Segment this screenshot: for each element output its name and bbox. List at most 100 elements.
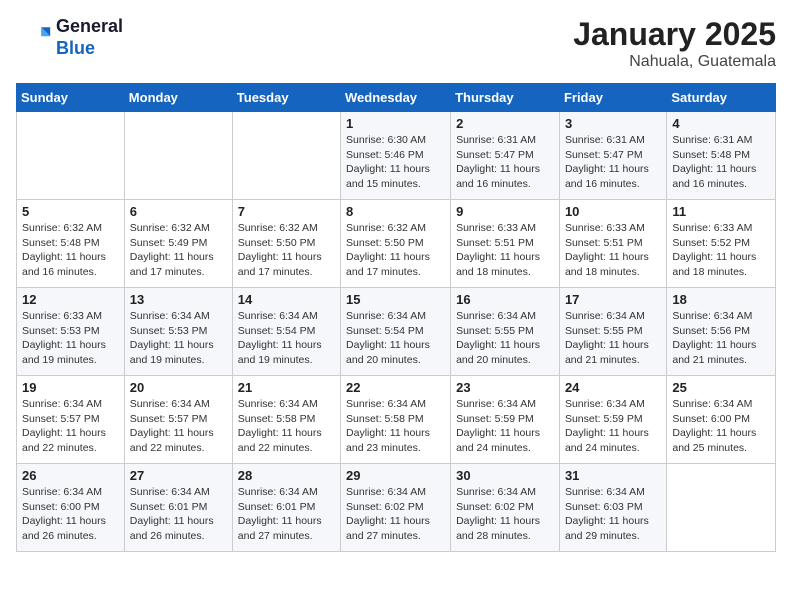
day-info: Sunrise: 6:31 AM Sunset: 5:47 PM Dayligh… [456, 133, 554, 192]
day-info: Sunrise: 6:30 AM Sunset: 5:46 PM Dayligh… [346, 133, 445, 192]
day-number: 17 [565, 292, 661, 307]
day-info: Sunrise: 6:34 AM Sunset: 6:01 PM Dayligh… [238, 485, 335, 544]
day-number: 28 [238, 468, 335, 483]
day-cell: 1 Sunrise: 6:30 AM Sunset: 5:46 PM Daylig… [341, 112, 451, 200]
day-info: Sunrise: 6:34 AM Sunset: 5:57 PM Dayligh… [130, 397, 227, 456]
day-cell: 2 Sunrise: 6:31 AM Sunset: 5:47 PM Daylig… [451, 112, 560, 200]
day-info: Sunrise: 6:33 AM Sunset: 5:53 PM Dayligh… [22, 309, 119, 368]
day-number: 15 [346, 292, 445, 307]
logo-line2: Blue [56, 38, 123, 60]
day-cell: 10 Sunrise: 6:33 AM Sunset: 5:51 PM Dayli… [559, 200, 666, 288]
week-row-1: 1 Sunrise: 6:30 AM Sunset: 5:46 PM Daylig… [17, 112, 776, 200]
day-number: 1 [346, 116, 445, 131]
day-cell: 20Sunrise: 6:34 AM Sunset: 5:57 PM Dayli… [124, 376, 232, 464]
day-number: 12 [22, 292, 119, 307]
day-number: 21 [238, 380, 335, 395]
day-number: 25 [672, 380, 770, 395]
day-cell: 5Sunrise: 6:32 AM Sunset: 5:48 PM Daylig… [17, 200, 125, 288]
day-number: 31 [565, 468, 661, 483]
header-cell-saturday: Saturday [667, 84, 776, 112]
day-cell: 25Sunrise: 6:34 AM Sunset: 6:00 PM Dayli… [667, 376, 776, 464]
header-cell-monday: Monday [124, 84, 232, 112]
day-info: Sunrise: 6:31 AM Sunset: 5:48 PM Dayligh… [672, 133, 770, 192]
day-info: Sunrise: 6:34 AM Sunset: 6:01 PM Dayligh… [130, 485, 227, 544]
day-info: Sunrise: 6:32 AM Sunset: 5:50 PM Dayligh… [346, 221, 445, 280]
day-cell: 3 Sunrise: 6:31 AM Sunset: 5:47 PM Daylig… [559, 112, 666, 200]
day-cell [17, 112, 125, 200]
day-number: 4 [672, 116, 770, 131]
day-cell: 9Sunrise: 6:33 AM Sunset: 5:51 PM Daylig… [451, 200, 560, 288]
day-cell: 8 Sunrise: 6:32 AM Sunset: 5:50 PM Daylig… [341, 200, 451, 288]
day-cell [232, 112, 340, 200]
day-number: 7 [238, 204, 335, 219]
day-info: Sunrise: 6:34 AM Sunset: 6:03 PM Dayligh… [565, 485, 661, 544]
day-number: 6 [130, 204, 227, 219]
day-number: 13 [130, 292, 227, 307]
day-cell: 13 Sunrise: 6:34 AM Sunset: 5:53 PM Dayli… [124, 288, 232, 376]
day-info: Sunrise: 6:32 AM Sunset: 5:49 PM Dayligh… [130, 221, 227, 280]
day-number: 16 [456, 292, 554, 307]
day-cell: 29 Sunrise: 6:34 AM Sunset: 6:02 PM Dayli… [341, 464, 451, 552]
day-number: 2 [456, 116, 554, 131]
header-cell-sunday: Sunday [17, 84, 125, 112]
day-number: 23 [456, 380, 554, 395]
day-cell [667, 464, 776, 552]
day-cell: 27 Sunrise: 6:34 AM Sunset: 6:01 PM Dayli… [124, 464, 232, 552]
day-number: 3 [565, 116, 661, 131]
day-info: Sunrise: 6:34 AM Sunset: 6:00 PM Dayligh… [22, 485, 119, 544]
day-info: Sunrise: 6:31 AM Sunset: 5:47 PM Dayligh… [565, 133, 661, 192]
day-info: Sunrise: 6:34 AM Sunset: 6:02 PM Dayligh… [346, 485, 445, 544]
day-cell: 24 Sunrise: 6:34 AM Sunset: 5:59 PM Dayli… [559, 376, 666, 464]
day-info: Sunrise: 6:34 AM Sunset: 5:54 PM Dayligh… [346, 309, 445, 368]
day-number: 10 [565, 204, 661, 219]
header-cell-thursday: Thursday [451, 84, 560, 112]
day-info: Sunrise: 6:34 AM Sunset: 5:55 PM Dayligh… [565, 309, 661, 368]
day-number: 22 [346, 380, 445, 395]
logo-line1: General [56, 16, 123, 38]
day-number: 27 [130, 468, 227, 483]
day-number: 18 [672, 292, 770, 307]
day-info: Sunrise: 6:34 AM Sunset: 6:02 PM Dayligh… [456, 485, 554, 544]
day-number: 19 [22, 380, 119, 395]
day-cell: 6 Sunrise: 6:32 AM Sunset: 5:49 PM Daylig… [124, 200, 232, 288]
day-info: Sunrise: 6:33 AM Sunset: 5:52 PM Dayligh… [672, 221, 770, 280]
day-cell: 11Sunrise: 6:33 AM Sunset: 5:52 PM Dayli… [667, 200, 776, 288]
day-info: Sunrise: 6:34 AM Sunset: 5:59 PM Dayligh… [565, 397, 661, 456]
day-info: Sunrise: 6:34 AM Sunset: 5:53 PM Dayligh… [130, 309, 227, 368]
week-row-3: 12 Sunrise: 6:33 AM Sunset: 5:53 PM Dayli… [17, 288, 776, 376]
week-row-4: 19 Sunrise: 6:34 AM Sunset: 5:57 PM Dayli… [17, 376, 776, 464]
header-cell-wednesday: Wednesday [341, 84, 451, 112]
day-cell: 31 Sunrise: 6:34 AM Sunset: 6:03 PM Dayli… [559, 464, 666, 552]
day-info: Sunrise: 6:32 AM Sunset: 5:48 PM Dayligh… [22, 221, 119, 280]
location: Nahuala, Guatemala [573, 53, 776, 71]
day-number: 9 [456, 204, 554, 219]
month-title: January 2025 [573, 16, 776, 53]
day-info: Sunrise: 6:33 AM Sunset: 5:51 PM Dayligh… [565, 221, 661, 280]
day-number: 29 [346, 468, 445, 483]
day-cell: 16 Sunrise: 6:34 AM Sunset: 5:55 PM Dayli… [451, 288, 560, 376]
day-cell: 7 Sunrise: 6:32 AM Sunset: 5:50 PM Daylig… [232, 200, 340, 288]
logo: General Blue [16, 16, 123, 59]
header-cell-friday: Friday [559, 84, 666, 112]
day-cell [124, 112, 232, 200]
day-cell: 12 Sunrise: 6:33 AM Sunset: 5:53 PM Dayli… [17, 288, 125, 376]
day-cell: 21Sunrise: 6:34 AM Sunset: 5:58 PM Dayli… [232, 376, 340, 464]
day-cell: 26Sunrise: 6:34 AM Sunset: 6:00 PM Dayli… [17, 464, 125, 552]
day-info: Sunrise: 6:34 AM Sunset: 5:55 PM Dayligh… [456, 309, 554, 368]
title-block: January 2025 Nahuala, Guatemala [573, 16, 776, 71]
day-info: Sunrise: 6:32 AM Sunset: 5:50 PM Dayligh… [238, 221, 335, 280]
day-cell: 30Sunrise: 6:34 AM Sunset: 6:02 PM Dayli… [451, 464, 560, 552]
day-number: 8 [346, 204, 445, 219]
day-cell: 28 Sunrise: 6:34 AM Sunset: 6:01 PM Dayli… [232, 464, 340, 552]
day-info: Sunrise: 6:34 AM Sunset: 5:54 PM Dayligh… [238, 309, 335, 368]
day-info: Sunrise: 6:34 AM Sunset: 5:56 PM Dayligh… [672, 309, 770, 368]
day-cell: 19 Sunrise: 6:34 AM Sunset: 5:57 PM Dayli… [17, 376, 125, 464]
day-cell: 17 Sunrise: 6:34 AM Sunset: 5:55 PM Dayli… [559, 288, 666, 376]
week-row-2: 5Sunrise: 6:32 AM Sunset: 5:48 PM Daylig… [17, 200, 776, 288]
day-number: 14 [238, 292, 335, 307]
day-cell: 22 Sunrise: 6:34 AM Sunset: 5:58 PM Dayli… [341, 376, 451, 464]
day-number: 24 [565, 380, 661, 395]
day-cell: 14 Sunrise: 6:34 AM Sunset: 5:54 PM Dayli… [232, 288, 340, 376]
day-info: Sunrise: 6:34 AM Sunset: 5:57 PM Dayligh… [22, 397, 119, 456]
day-info: Sunrise: 6:34 AM Sunset: 5:58 PM Dayligh… [346, 397, 445, 456]
